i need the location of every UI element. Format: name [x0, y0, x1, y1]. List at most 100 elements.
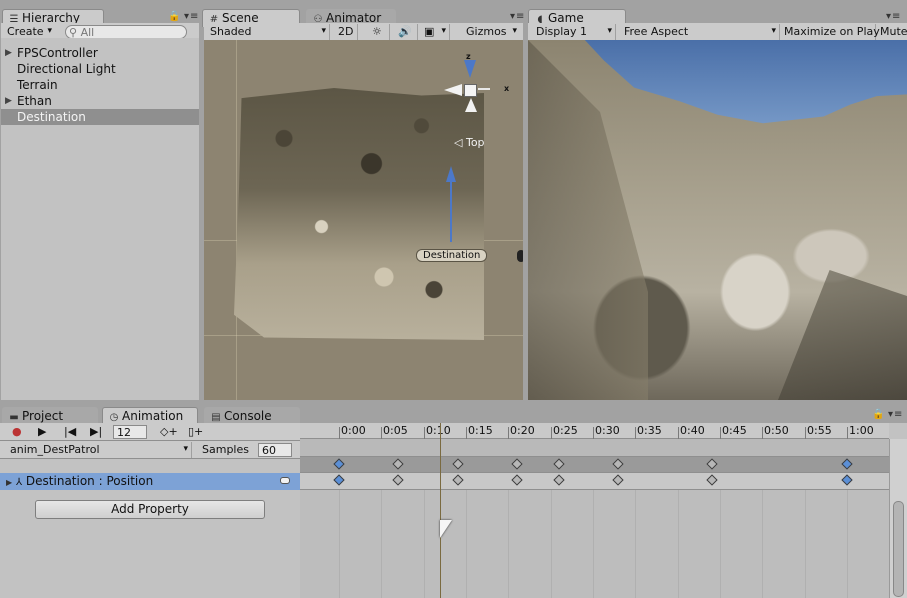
- dopesheet[interactable]: 0:00 0:05 0:10 0:15 0:20 0:25 0:30 0:35 0:40 0:45…: [300, 423, 889, 598]
- game-view[interactable]: [528, 40, 907, 400]
- audio-toggle-icon[interactable]: 🔊: [394, 24, 418, 40]
- event-lane[interactable]: [300, 439, 889, 457]
- keyframe-diamond[interactable]: [841, 458, 853, 470]
- hierarchy-search-input[interactable]: ⚲ All: [65, 25, 187, 39]
- game-ridge-shadow: [778, 270, 907, 400]
- ruler-tick: [381, 427, 382, 439]
- samples-label: Samples: [202, 443, 249, 456]
- keyframe-diamond[interactable]: [392, 474, 404, 486]
- scene-edge-handle: [517, 250, 523, 262]
- prev-key-icon[interactable]: |◀: [60, 424, 80, 440]
- keyframe-diamond[interactable]: [452, 474, 464, 486]
- expand-arrow-icon[interactable]: ▶: [5, 45, 12, 61]
- grid-line: [236, 40, 237, 400]
- tab-console[interactable]: ▤ Console: [204, 407, 300, 424]
- gizmos-dropdown[interactable]: Gizmos: [462, 24, 520, 40]
- axis-z-cone-icon[interactable]: [464, 60, 476, 78]
- grid-line: [339, 490, 340, 598]
- tab-project[interactable]: ▬ Project: [2, 407, 98, 424]
- bottom-tabbar: ▬ Project ◷ Animation ▤ Console 🔒 ▾≡: [0, 404, 907, 425]
- summary-key-lane[interactable]: [300, 457, 889, 473]
- keyframe-diamond[interactable]: [612, 458, 624, 470]
- mute-toggle[interactable]: Mute: [876, 24, 907, 40]
- hierarchy-item-fpscontroller[interactable]: ▶ FPSController: [1, 45, 199, 61]
- keyframe-diamond[interactable]: [511, 474, 523, 486]
- grid-line: [551, 490, 552, 598]
- scene-toolbar: Shaded 2D ☼ 🔊 ▣ Gizmos: [204, 23, 523, 41]
- panel-menu-icon[interactable]: ▾≡: [510, 11, 525, 22]
- add-keyframe-icon[interactable]: ◇+: [156, 424, 182, 440]
- property-options-icon[interactable]: [280, 477, 290, 484]
- destination-object-label[interactable]: Destination: [416, 249, 488, 262]
- vertical-scrollbar[interactable]: [889, 439, 907, 598]
- hierarchy-item-terrain[interactable]: Terrain: [1, 77, 199, 93]
- lighting-toggle-icon[interactable]: ☼: [368, 24, 390, 40]
- keyframe-diamond[interactable]: [841, 474, 853, 486]
- keyframe-diamond[interactable]: [706, 474, 718, 486]
- gizmo-center-cube[interactable]: [464, 84, 477, 97]
- effects-dropdown-icon[interactable]: ▣: [420, 24, 450, 40]
- property-row-destination-position[interactable]: ▶ ⅄ Destination : Position: [0, 473, 300, 490]
- ruler-time-label: 0:15: [468, 424, 493, 437]
- axis-neg-z-cone-icon[interactable]: [465, 98, 477, 112]
- panel-menu-icon[interactable]: ▾≡: [886, 11, 901, 22]
- keyframe-diamond[interactable]: [452, 458, 464, 470]
- keyframe-diamond[interactable]: [553, 458, 565, 470]
- record-icon[interactable]: ●: [8, 424, 26, 440]
- display-dropdown[interactable]: Display 1: [532, 24, 616, 40]
- keyframe-diamond[interactable]: [392, 458, 404, 470]
- game-mountain-shadow: [528, 40, 648, 400]
- grid-line: [720, 490, 721, 598]
- scene-view[interactable]: z x ◁ Top Destination: [204, 40, 523, 400]
- property-key-lane[interactable]: [300, 473, 889, 490]
- view-arrow-icon: ◁: [454, 136, 463, 149]
- grid-line: [762, 490, 763, 598]
- expand-arrow-icon[interactable]: ▶: [5, 93, 12, 109]
- move-handle-y-arrow[interactable]: [446, 166, 456, 182]
- ruler-time-label: 0:25: [553, 424, 578, 437]
- hierarchy-item-directional-light[interactable]: Directional Light: [1, 61, 199, 77]
- axis-x-cone-icon[interactable]: [444, 84, 462, 96]
- frame-input[interactable]: 12: [113, 425, 147, 439]
- keyframe-diamond[interactable]: [612, 474, 624, 486]
- hierarchy-item-ethan[interactable]: ▶ Ethan: [1, 93, 199, 109]
- keyframe-diamond[interactable]: [333, 474, 345, 486]
- ruler-time-label: 1:00: [849, 424, 874, 437]
- samples-input[interactable]: 60: [258, 443, 292, 457]
- gizmo-view-label[interactable]: ◁ Top: [454, 136, 485, 149]
- panel-menu-icon[interactable]: ▾≡: [888, 409, 903, 420]
- ruler-tick: [339, 427, 340, 439]
- next-key-icon[interactable]: ▶|: [86, 424, 106, 440]
- timeline-ruler[interactable]: 0:00 0:05 0:10 0:15 0:20 0:25 0:30 0:35 0:40 0:45…: [300, 423, 889, 439]
- ruler-time-label: 0:35: [637, 424, 662, 437]
- panel-menu-icon[interactable]: ▾≡: [184, 11, 199, 22]
- keyframe-diamond[interactable]: [511, 458, 523, 470]
- play-icon[interactable]: ▶: [34, 424, 50, 440]
- shading-dropdown[interactable]: Shaded: [206, 24, 330, 40]
- dopesheet-grid: [300, 490, 889, 598]
- axis-x-label: x: [504, 84, 510, 93]
- ruler-tick: [466, 427, 467, 439]
- add-event-icon[interactable]: ▯+: [184, 424, 207, 440]
- scrollbar-thumb[interactable]: [893, 501, 904, 597]
- mode-2d-toggle[interactable]: 2D: [334, 24, 358, 40]
- grid-line: [424, 490, 425, 598]
- expand-arrow-icon[interactable]: ▶: [6, 478, 12, 487]
- ruler-tick: [593, 427, 594, 439]
- lock-icon[interactable]: 🔒: [872, 409, 885, 420]
- keyframe-diamond[interactable]: [333, 458, 345, 470]
- aspect-dropdown[interactable]: Free Aspect: [620, 24, 780, 40]
- ruler-tick: [508, 427, 509, 439]
- terrain-mesh: [234, 88, 484, 340]
- add-property-button[interactable]: Add Property: [35, 500, 265, 519]
- maximize-on-play-toggle[interactable]: Maximize on Play: [780, 24, 880, 40]
- playhead[interactable]: [440, 423, 441, 598]
- ruler-time-label: 0:55: [807, 424, 832, 437]
- move-handle-y-line[interactable]: [450, 182, 452, 242]
- hierarchy-item-destination[interactable]: Destination: [1, 109, 199, 125]
- clip-dropdown[interactable]: anim_DestPatrol: [6, 442, 192, 458]
- scene-orientation-gizmo[interactable]: z x: [440, 52, 509, 118]
- keyframe-diamond[interactable]: [706, 458, 718, 470]
- lock-icon[interactable]: 🔒: [168, 11, 181, 22]
- keyframe-diamond[interactable]: [553, 474, 565, 486]
